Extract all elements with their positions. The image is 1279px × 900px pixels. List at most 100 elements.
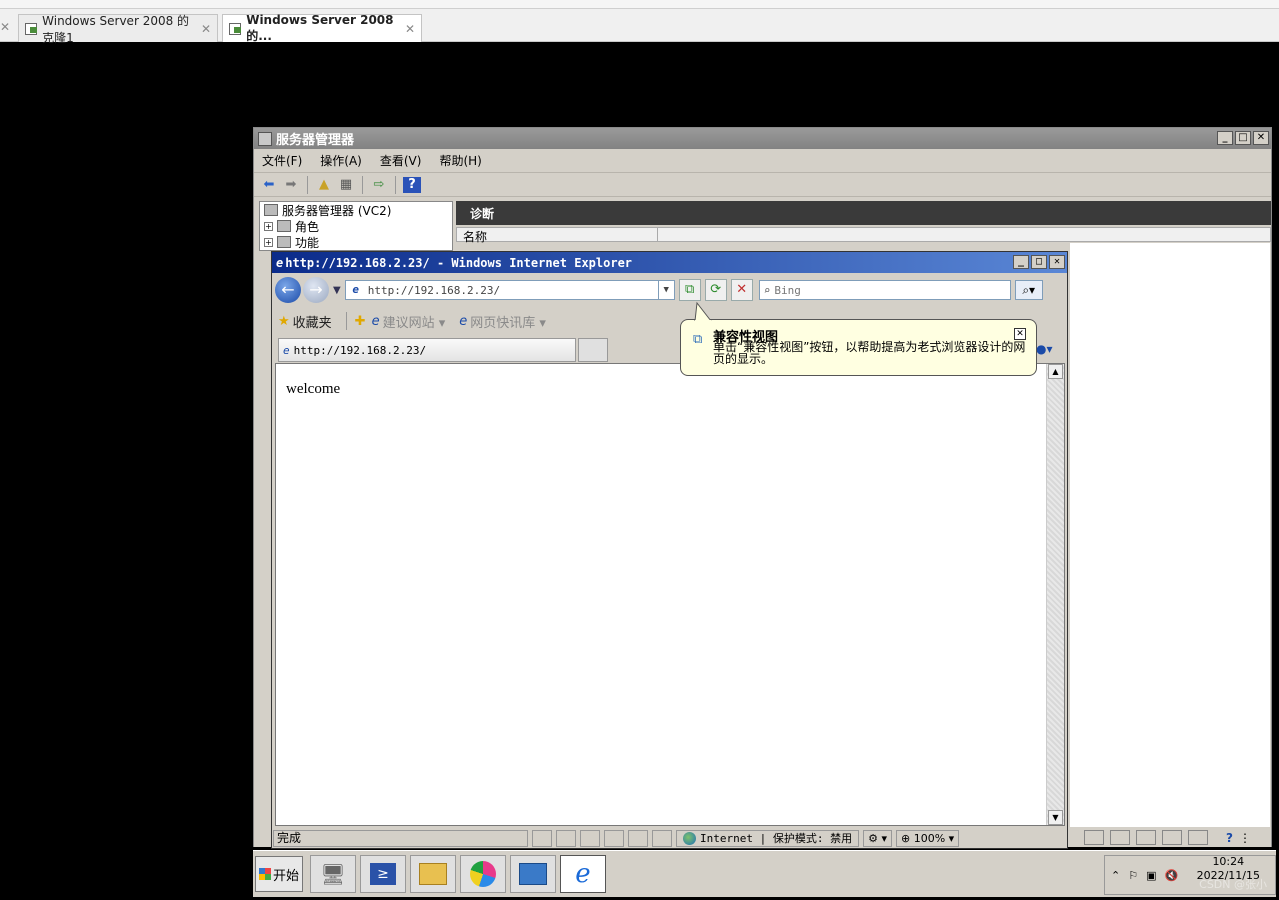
vertical-scrollbar[interactable]: ▲ ▼ <box>1046 364 1064 825</box>
status-cell <box>1110 830 1130 845</box>
host-tab-label: Windows Server 2008 的克隆1 <box>42 13 190 45</box>
folder-icon <box>419 863 447 885</box>
start-button[interactable]: 开始 <box>255 856 303 892</box>
security-zone-label: Internet | 保护模式: 禁用 <box>700 831 853 845</box>
toolbar-separator <box>307 175 308 194</box>
page-content[interactable]: welcome ▲ ▼ <box>275 363 1065 826</box>
menu-view[interactable]: 查看(V) <box>380 152 422 169</box>
search-icon: ⌕ <box>763 283 771 297</box>
maximize-button[interactable]: □ <box>1031 255 1047 269</box>
scroll-up-button[interactable]: ▲ <box>1048 364 1063 379</box>
status-cell <box>556 829 576 847</box>
status-done-text: 完成 <box>273 829 528 847</box>
status-cell <box>580 829 600 847</box>
add-favorite-icon[interactable]: ✚ <box>355 314 366 329</box>
more-icon[interactable]: ⋮ <box>1239 831 1251 845</box>
zoom-level[interactable]: ⊕ 100% ▾ <box>895 829 960 847</box>
ie-logo-icon: e <box>575 859 591 889</box>
taskbar-control-panel[interactable] <box>510 855 556 893</box>
address-dropdown-icon[interactable]: ▼ <box>657 281 674 299</box>
close-button[interactable]: ✕ <box>1049 255 1065 269</box>
forward-arrow-icon[interactable]: ➡ <box>282 177 300 193</box>
search-box[interactable]: ⌕ Bing <box>758 280 1011 300</box>
ie-logo-icon: e <box>276 255 284 270</box>
stop-button[interactable]: ✕ <box>730 279 753 301</box>
close-button[interactable]: ✕ <box>1253 131 1269 145</box>
status-cell <box>1162 830 1182 845</box>
address-text[interactable]: http://192.168.2.23/ <box>368 284 500 297</box>
favorites-button[interactable]: ★ 收藏夹 <box>278 312 332 331</box>
export-icon[interactable]: ⇨ <box>370 177 388 193</box>
column-header: 名称 <box>456 227 1271 245</box>
up-folder-icon[interactable]: ▲ <box>315 177 333 193</box>
ie-page-icon: e <box>371 313 380 329</box>
help-icon[interactable]: ? <box>1226 831 1233 845</box>
globe-icon <box>683 831 696 845</box>
host-tab-clone[interactable]: Windows Server 2008 的克隆1 ✕ <box>18 14 218 45</box>
address-bar[interactable]: e http://192.168.2.23/ ▼ <box>344 280 675 300</box>
taskbar-explorer[interactable] <box>410 855 456 893</box>
column-divider <box>657 228 658 242</box>
close-icon[interactable]: ✕ <box>405 22 415 36</box>
host-tab-active[interactable]: Windows Server 2008 的... ✕ <box>222 13 422 43</box>
taskbar-app-colorful[interactable] <box>460 855 506 893</box>
web-slice-gallery-link[interactable]: e 网页快讯库 ▾ <box>459 312 546 331</box>
balloon-close-button[interactable]: ✕ <box>1014 328 1026 340</box>
ie-statusbar: 完成 Internet | 保护模式: 禁用 ⚙ ▾ ⊕ 100% ▾ <box>272 828 1067 848</box>
maximize-button[interactable]: □ <box>1235 131 1251 145</box>
browser-tab[interactable]: e http://192.168.2.23/ <box>278 338 576 362</box>
refresh-button[interactable]: ⟳ <box>704 279 727 301</box>
show-hide-tree-icon[interactable]: ▦ <box>337 177 355 193</box>
expand-icon[interactable]: + <box>264 237 273 247</box>
network-icon[interactable]: ▣ <box>1146 869 1156 882</box>
ie-titlebar[interactable]: e http://192.168.2.23/ - Windows Interne… <box>272 252 1067 273</box>
details-pane <box>1070 243 1270 827</box>
compatibility-icon: ⧉ <box>693 332 703 347</box>
menu-action[interactable]: 操作(A) <box>320 152 362 169</box>
server-manager-titlebar[interactable]: 服务器管理器 _ □ ✕ <box>254 128 1271 149</box>
expand-icon[interactable]: + <box>264 221 273 231</box>
forward-button[interactable]: → <box>303 277 329 303</box>
tree-item-root[interactable]: 服务器管理器 (VC2) <box>260 202 452 218</box>
favorites-separator <box>345 312 347 330</box>
close-icon[interactable]: ✕ <box>201 22 211 36</box>
tree-item-features[interactable]: + 功能 <box>260 234 452 250</box>
menu-file[interactable]: 文件(F) <box>262 152 302 169</box>
taskbar-server-manager[interactable]: 🖥 <box>310 855 356 893</box>
tree-item-label: 功能 <box>295 235 320 250</box>
taskbar: 开始 🖥 ≥ e ⌃ ⚐ ▣ 🔇 10:24 2022/11/15 <box>253 850 1276 897</box>
favorites-label: 收藏夹 <box>292 315 332 331</box>
vm-icon <box>25 22 38 35</box>
menu-help[interactable]: 帮助(H) <box>439 152 481 169</box>
security-zone[interactable]: Internet | 保护模式: 禁用 <box>676 829 860 847</box>
toolbar: ⬅ ➡ ▲ ▦ ⇨ ? <box>254 173 1271 197</box>
tree-item-roles[interactable]: + 角色 <box>260 218 452 234</box>
column-name-label[interactable]: 名称 <box>463 228 487 245</box>
vm-icon <box>229 22 242 35</box>
close-icon[interactable]: ✕ <box>0 20 10 34</box>
back-arrow-icon[interactable]: ⬅ <box>260 177 278 193</box>
status-cell <box>1136 830 1156 845</box>
status-cell <box>652 829 672 847</box>
flag-icon[interactable]: ⚐ <box>1128 869 1138 882</box>
minimize-button[interactable]: _ <box>1217 131 1233 145</box>
show-hidden-icons-icon[interactable]: ⌃ <box>1111 869 1120 882</box>
volume-muted-icon[interactable]: 🔇 <box>1165 869 1179 882</box>
toolbar-separator <box>362 175 363 194</box>
help-dropdown-icon[interactable]: ●▾ <box>1036 342 1053 356</box>
minimize-button[interactable]: _ <box>1013 255 1029 269</box>
help-icon[interactable]: ? <box>403 176 421 193</box>
compatibility-status-button[interactable]: ⚙ ▾ <box>863 829 892 847</box>
ie-window-title: http://192.168.2.23/ - Windows Internet … <box>285 255 633 270</box>
star-icon: ★ <box>278 313 290 329</box>
status-cell <box>1188 830 1208 845</box>
taskbar-powershell[interactable]: ≥ <box>360 855 406 893</box>
scroll-down-button[interactable]: ▼ <box>1048 810 1063 825</box>
suggested-sites-link[interactable]: e 建议网站 ▾ <box>372 312 446 331</box>
new-tab-button[interactable] <box>578 338 608 362</box>
back-button[interactable]: ← <box>275 277 301 303</box>
search-go-button[interactable]: ⌕▾ <box>1014 280 1043 300</box>
recent-pages-dropdown-icon[interactable]: ▼ <box>333 285 341 296</box>
taskbar-internet-explorer[interactable]: e <box>560 855 606 893</box>
compatibility-view-button[interactable]: ⧉ <box>678 279 701 301</box>
